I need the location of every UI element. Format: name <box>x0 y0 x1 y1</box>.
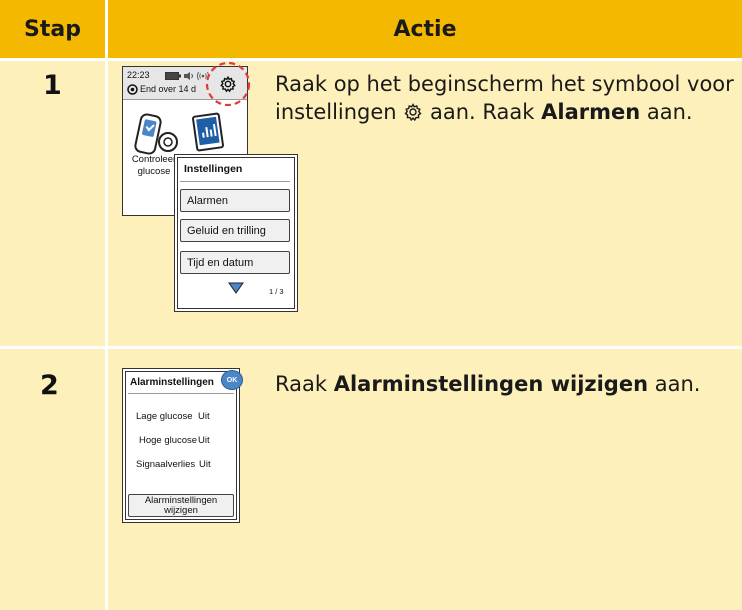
sensor-icon <box>127 84 138 95</box>
page-indicator: 1 / 3 <box>269 287 284 296</box>
sound-icon <box>184 72 193 80</box>
header-action: Actie <box>108 0 742 58</box>
ok-label: OK <box>226 376 238 384</box>
settings-screen: Instellingen Alarmen Geluid en trilling … <box>174 154 298 312</box>
alarm-settings-screen: Alarminstellingen Lage glucose Uit Hoge … <box>122 368 240 523</box>
check-glucose-icon[interactable] <box>132 112 180 158</box>
alarm-row-high-value: Uit <box>198 435 210 446</box>
logbook-icon[interactable] <box>191 112 227 156</box>
alarm-row-signal-value: Uit <box>199 459 211 470</box>
battery-icon <box>165 72 181 80</box>
sensor-status: End over 14 d <box>140 84 197 94</box>
alarm-row-low-value: Uit <box>198 411 210 422</box>
header-step-label: Stap <box>24 16 81 42</box>
gear-icon <box>404 103 422 122</box>
change-alarm-settings-button[interactable]: Alarminstellingen wijzigen <box>128 494 234 517</box>
alarm-row-high-label: Hoge glucose <box>139 435 198 446</box>
home-time: 22:23 <box>127 70 150 80</box>
header-step: Stap <box>0 0 105 58</box>
alarm-divider <box>128 393 234 394</box>
alarm-settings-title: Alarminstellingen <box>130 377 214 388</box>
menu-item-geluid[interactable]: Geluid en trilling <box>180 219 290 242</box>
settings-divider <box>180 181 290 182</box>
step1-instruction: Raak op het beginscherm het symbool voor… <box>275 72 734 124</box>
row1-step-cell <box>0 61 105 346</box>
header-action-label: Actie <box>393 16 457 42</box>
step1-bold-alarmen: Alarmen <box>541 100 641 124</box>
menu-item-alarmen[interactable]: Alarmen <box>180 189 290 212</box>
settings-gear-icon[interactable] <box>219 75 237 93</box>
scroll-down-icon[interactable] <box>228 282 244 294</box>
ok-button[interactable]: OK <box>221 370 243 390</box>
alarm-row-low-label: Lage glucose <box>136 411 193 422</box>
step-number-1: 1 <box>43 70 62 101</box>
menu-item-tijd[interactable]: Tijd en datum <box>180 251 290 274</box>
settings-title: Instellingen <box>184 163 243 175</box>
step-number-2: 2 <box>40 370 59 401</box>
alarm-row-signal-label: Signaalverlies <box>136 459 196 470</box>
step2-bold: Alarminstellingen wijzigen <box>333 372 649 396</box>
step2-instruction: Raak Alarminstellingen wijzigen aan. <box>275 372 701 396</box>
